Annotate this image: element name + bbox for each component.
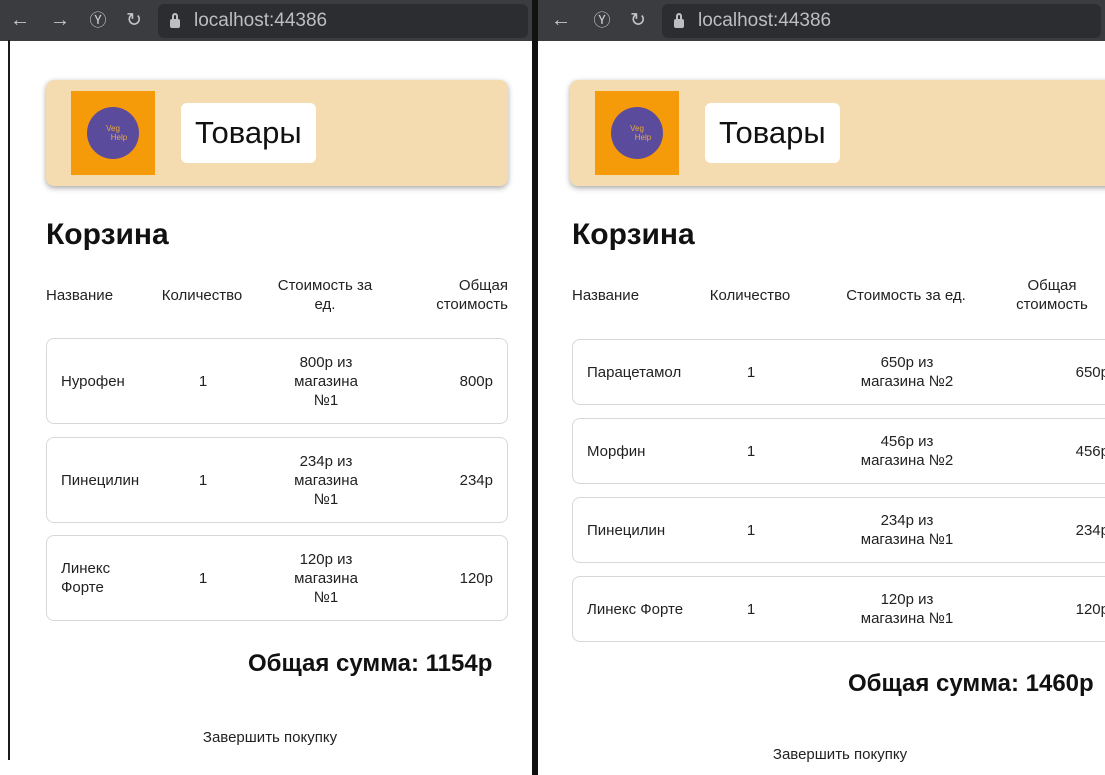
logo[interactable]: Veg Help [595, 91, 679, 175]
reload-icon[interactable]: ↻ [116, 0, 152, 41]
item-name: Линекс Форте [587, 600, 684, 618]
lock-icon [170, 13, 180, 28]
logo-text-top: Veg [630, 124, 644, 133]
item-quantity: 1 [746, 442, 756, 460]
item-unit-price: 800р из магазина №1 [294, 353, 358, 409]
item-quantity: 1 [746, 363, 756, 381]
item-name: Линекс Форте [61, 560, 111, 596]
nav-products-label: Товары [719, 115, 826, 150]
forward-arrow-icon[interactable]: → [40, 0, 80, 41]
lock-icon [674, 13, 684, 28]
table-row: Пинецилин 1 234р из магазина №1 234р [572, 497, 1105, 563]
item-name: Парацетамол [587, 363, 682, 381]
item-total: 120р [459, 569, 493, 587]
site-header: Veg Help Товары [46, 80, 508, 186]
table-row: Линекс Форте 1 120р из магазина №1 120р [572, 576, 1105, 642]
order-total: Общая сумма: 1154р [248, 650, 493, 677]
finish-purchase-button[interactable]: Завершить покупку [750, 746, 930, 763]
item-total: 234р [459, 471, 493, 489]
column-header-total: Общая стоимость [436, 277, 508, 313]
site-header: Veg Help Товары [570, 80, 1105, 186]
yandex-icon[interactable]: Ⓨ [80, 0, 116, 41]
nav-products-label: Товары [195, 115, 302, 150]
item-unit-price: 234р из магазина №1 [294, 452, 358, 508]
table-row: Парацетамол 1 650р из магазина №2 650р [572, 339, 1105, 405]
finish-purchase-button[interactable]: Завершить покупку [180, 729, 360, 746]
back-arrow-icon[interactable]: ← [0, 0, 40, 41]
item-unit-price: 234р из магазина №1 [860, 512, 954, 548]
table-row: Линекс Форте 1 120р из магазина №1 120р [46, 535, 508, 621]
item-quantity: 1 [198, 471, 208, 489]
column-header-unit-price: Стоимость за ед. [277, 277, 373, 313]
logo-circle: Veg Help [87, 107, 139, 159]
reload-icon[interactable]: ↻ [620, 0, 656, 41]
item-name: Пинецилин [61, 471, 140, 489]
item-quantity: 1 [198, 372, 208, 390]
item-name: Нурофен [61, 372, 125, 390]
logo-text-bottom: Help [110, 133, 128, 142]
column-header-name: Название [46, 286, 114, 304]
item-name: Пинецилин [587, 521, 666, 539]
column-header-total: Общая стоимость [1016, 277, 1088, 313]
browser-window-right: ← Ⓨ ↻ localhost:44386 Veg Help Товары Ко… [538, 0, 1105, 775]
nav-products-button[interactable]: Товары [181, 103, 316, 163]
page-title: Корзина [46, 218, 169, 251]
column-header-quantity: Количество [161, 286, 243, 304]
item-unit-price: 456р из магазина №2 [860, 433, 954, 469]
item-unit-price: 120р из магазина №1 [860, 591, 954, 627]
item-quantity: 1 [746, 600, 756, 618]
item-name: Морфин [587, 442, 646, 460]
address-bar[interactable]: localhost:44386 [158, 3, 528, 38]
browser-toolbar: ← Ⓨ ↻ localhost:44386 [538, 0, 1105, 41]
item-total: 456р [1075, 442, 1105, 460]
browser-window-left: ← → Ⓨ ↻ localhost:44386 Veg Help Товары … [0, 0, 532, 775]
item-unit-price: 120р из магазина №1 [294, 550, 358, 606]
logo-text-bottom: Help [634, 133, 652, 142]
logo[interactable]: Veg Help [71, 91, 155, 175]
item-total: 120р [1075, 600, 1105, 618]
address-bar[interactable]: localhost:44386 [662, 3, 1101, 38]
nav-products-button[interactable]: Товары [705, 103, 840, 163]
item-quantity: 1 [198, 569, 208, 587]
order-total: Общая сумма: 1460р [848, 670, 1094, 697]
table-row: Пинецилин 1 234р из магазина №1 234р [46, 437, 508, 523]
item-total: 800р [459, 372, 493, 390]
window-edge [8, 40, 10, 760]
item-quantity: 1 [746, 521, 756, 539]
table-row: Нурофен 1 800р из магазина №1 800р [46, 338, 508, 424]
logo-text-top: Veg [106, 124, 120, 133]
column-header-unit-price: Стоимость за ед. [846, 286, 966, 304]
column-header-name: Название [572, 286, 640, 304]
back-arrow-icon[interactable]: ← [538, 0, 584, 41]
table-header: Название Количество Стоимость за ед. Общ… [572, 270, 1105, 320]
column-header-quantity: Количество [709, 286, 791, 304]
browser-toolbar: ← → Ⓨ ↻ localhost:44386 [0, 0, 532, 41]
table-header: Название Количество Стоимость за ед. Общ… [46, 270, 508, 320]
item-total: 650р [1075, 363, 1105, 381]
url-text: localhost:44386 [698, 9, 832, 31]
item-total: 234р [1075, 521, 1105, 539]
item-unit-price: 650р из магазина №2 [860, 354, 954, 390]
yandex-icon[interactable]: Ⓨ [584, 0, 620, 41]
page-title: Корзина [572, 218, 695, 251]
url-text: localhost:44386 [194, 9, 328, 31]
logo-circle: Veg Help [611, 107, 663, 159]
table-row: Морфин 1 456р из магазина №2 456р [572, 418, 1105, 484]
